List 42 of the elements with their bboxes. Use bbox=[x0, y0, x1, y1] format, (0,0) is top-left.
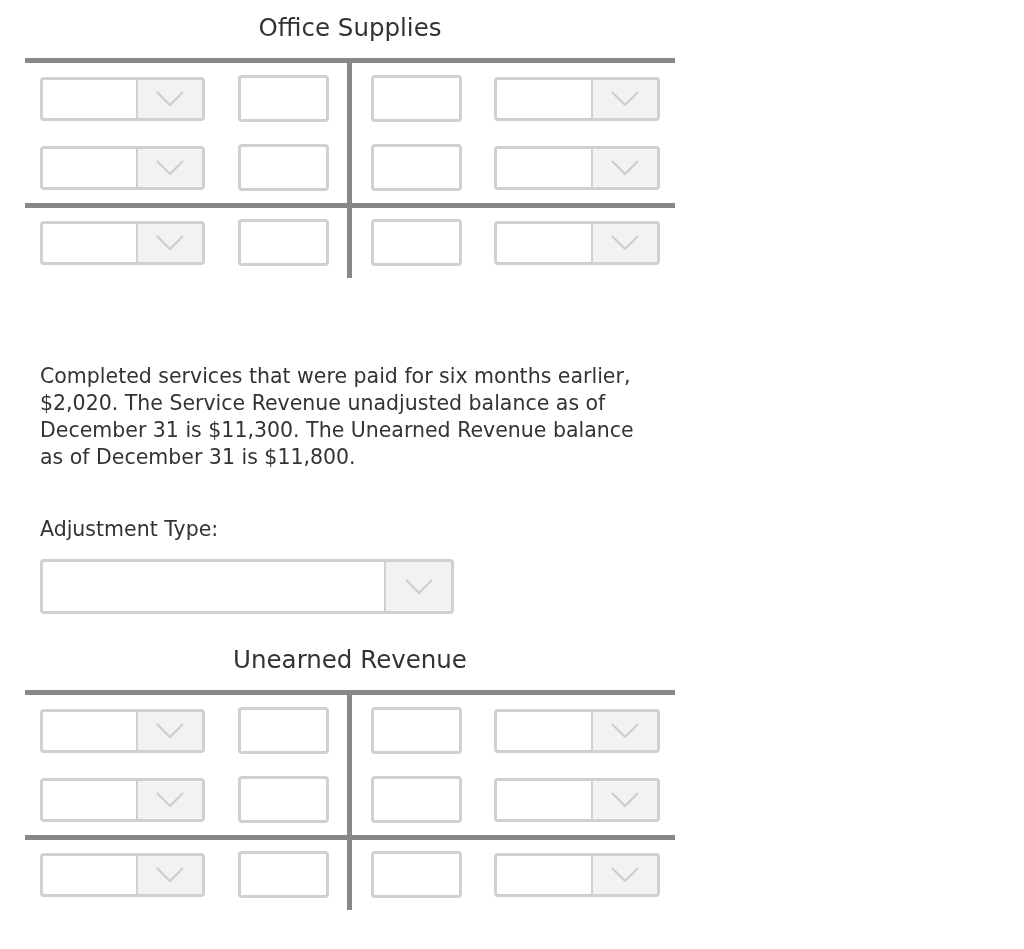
amount-field[interactable] bbox=[238, 707, 329, 754]
account-title: Office Supplies bbox=[258, 12, 442, 44]
caret-icon bbox=[156, 235, 184, 250]
caret-icon bbox=[156, 723, 184, 738]
caret-icon bbox=[611, 91, 639, 106]
caret-icon bbox=[156, 91, 184, 106]
account-dropdown[interactable] bbox=[40, 220, 205, 265]
caret-icon bbox=[611, 867, 639, 882]
account-dropdown[interactable] bbox=[494, 852, 660, 897]
amount-field[interactable] bbox=[371, 219, 462, 266]
amount-field[interactable] bbox=[371, 707, 462, 754]
amount-field[interactable] bbox=[371, 851, 462, 898]
caret-icon bbox=[156, 160, 184, 175]
amount-field[interactable] bbox=[371, 144, 462, 191]
amount-field[interactable] bbox=[238, 219, 329, 266]
account-dropdown[interactable] bbox=[40, 777, 205, 822]
amount-field[interactable] bbox=[238, 144, 329, 191]
amount-field[interactable] bbox=[371, 776, 462, 823]
amount-field[interactable] bbox=[238, 776, 329, 823]
caret-icon bbox=[404, 579, 433, 594]
account-dropdown[interactable] bbox=[494, 777, 660, 822]
adjustment-type-label: Adjustment Type: bbox=[40, 516, 219, 543]
account-dropdown[interactable] bbox=[40, 708, 205, 753]
account-dropdown[interactable] bbox=[494, 76, 660, 121]
amount-field[interactable] bbox=[371, 75, 462, 122]
caret-icon bbox=[611, 160, 639, 175]
account-title: Unearned Revenue bbox=[233, 644, 467, 676]
amount-field[interactable] bbox=[238, 851, 329, 898]
amount-field[interactable] bbox=[238, 75, 329, 122]
account-dropdown[interactable] bbox=[494, 708, 660, 753]
caret-icon bbox=[611, 235, 639, 250]
caret-icon bbox=[156, 867, 184, 882]
account-dropdown[interactable] bbox=[40, 145, 205, 190]
account-dropdown[interactable] bbox=[494, 145, 660, 190]
caret-icon bbox=[611, 792, 639, 807]
caret-icon bbox=[156, 792, 184, 807]
account-dropdown[interactable] bbox=[494, 220, 660, 265]
account-dropdown[interactable] bbox=[40, 852, 205, 897]
adjustment-type-dropdown[interactable] bbox=[40, 559, 454, 614]
caret-icon bbox=[611, 723, 639, 738]
account-dropdown[interactable] bbox=[40, 76, 205, 121]
transaction-description: Completed services that were paid for six months earlier, $2,020. The Service Revenue unadjusted balance as of December 31 is $11,300. The Unearned Revenue balance as of December 31 is $11,800. bbox=[40, 363, 635, 471]
